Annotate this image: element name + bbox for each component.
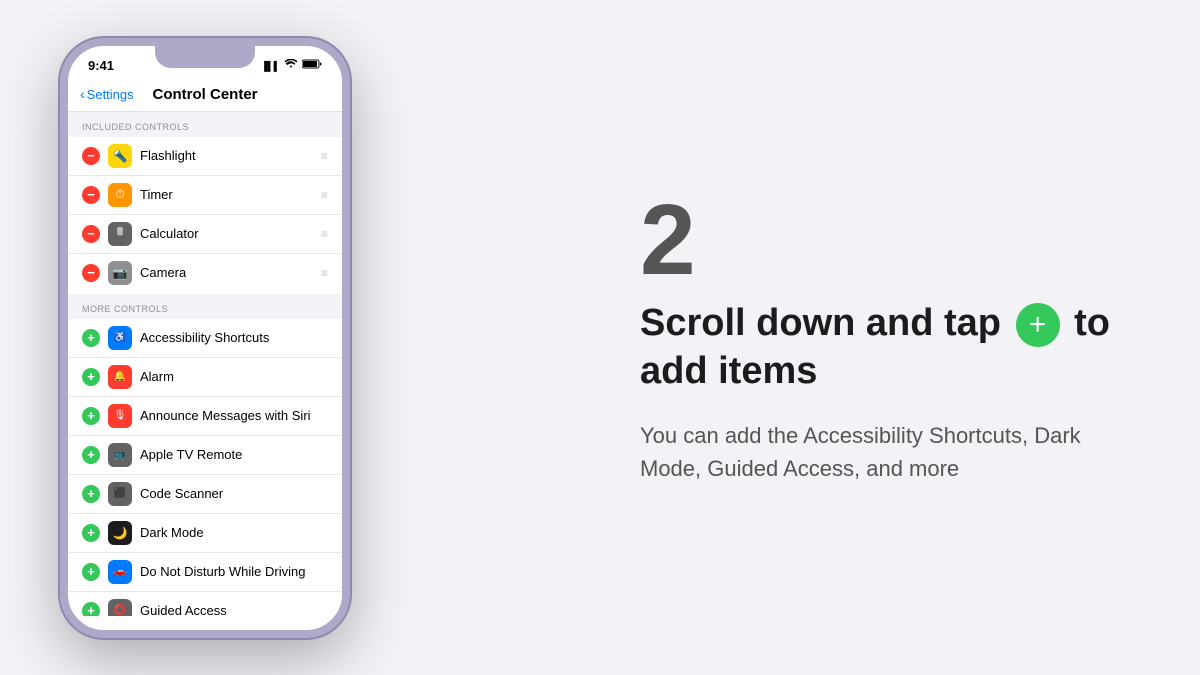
right-panel: 2 Scroll down and tap + to add items You… [580,190,1140,485]
item-label: Flashlight [140,148,313,163]
included-controls-header: INCLUDED CONTROLS [68,112,342,137]
add-button[interactable]: + [82,329,100,347]
item-label: Do Not Disturb While Driving [140,564,328,579]
drag-handle[interactable]: ≡ [321,149,328,163]
calculator-icon: 🖩 [108,222,132,246]
step-instruction: Scroll down and tap + to add items [640,300,1140,395]
item-label: Calculator [140,226,313,241]
item-label: Alarm [140,369,328,384]
accessibility-icon: ♿ [108,326,132,350]
list-item[interactable]: + 🌙 Dark Mode [68,514,342,553]
item-label: Apple TV Remote [140,447,328,462]
list-item[interactable]: + 📺 Apple TV Remote [68,436,342,475]
phone-notch [155,46,255,68]
list-item[interactable]: + 🎙 Announce Messages with Siri [68,397,342,436]
list-item[interactable]: + ⭕ Guided Access [68,592,342,616]
add-button[interactable]: + [82,407,100,425]
item-label: Announce Messages with Siri [140,408,328,423]
more-controls-list: + ♿ Accessibility Shortcuts + 🔔 Alarm + … [68,319,342,616]
included-controls-list: − 🔦 Flashlight ≡ − ⏱ Timer ≡ − 🖩 Calcula… [68,137,342,292]
status-icons: ▐▌▌ [261,59,322,72]
add-button[interactable]: + [82,446,100,464]
item-label: Code Scanner [140,486,328,501]
battery-icon [302,59,322,72]
signal-icon: ▐▌▌ [261,61,280,71]
list-item[interactable]: + 🚗 Do Not Disturb While Driving [68,553,342,592]
back-button[interactable]: ‹ Settings [80,86,134,102]
alarm-icon: 🔔 [108,365,132,389]
phone-screen: 9:41 ▐▌▌ ‹ Settings Control Center INCL [60,38,350,638]
apple-tv-icon: 📺 [108,443,132,467]
add-plus-icon: + [1016,303,1060,347]
instruction-part1: Scroll down and tap [640,302,1001,344]
screen-content: INCLUDED CONTROLS − 🔦 Flashlight ≡ − ⏱ T… [68,112,342,616]
add-button[interactable]: + [82,368,100,386]
drag-handle[interactable]: ≡ [321,227,328,241]
back-label[interactable]: Settings [87,87,134,102]
list-item[interactable]: − 🖩 Calculator ≡ [68,215,342,254]
flashlight-icon: 🔦 [108,144,132,168]
status-time: 9:41 [88,58,114,73]
add-button[interactable]: + [82,563,100,581]
dnd-driving-icon: 🚗 [108,560,132,584]
drag-handle[interactable]: ≡ [321,266,328,280]
remove-button[interactable]: − [82,264,100,282]
add-button[interactable]: + [82,524,100,542]
more-controls-header: MORE CONTROLS [68,294,342,319]
scanner-icon: ⬛ [108,482,132,506]
remove-button[interactable]: − [82,225,100,243]
remove-button[interactable]: − [82,147,100,165]
list-item[interactable]: − 📷 Camera ≡ [68,254,342,292]
list-item[interactable]: + ⬛ Code Scanner [68,475,342,514]
add-button[interactable]: + [82,602,100,616]
remove-button[interactable]: − [82,186,100,204]
item-label: Timer [140,187,313,202]
list-item[interactable]: − ⏱ Timer ≡ [68,176,342,215]
nav-title: Control Center [153,86,258,103]
list-item[interactable]: + ♿ Accessibility Shortcuts [68,319,342,358]
siri-icon: 🎙 [108,404,132,428]
item-label: Guided Access [140,603,328,616]
dark-mode-icon: 🌙 [108,521,132,545]
step-number: 2 [640,190,1140,290]
list-item[interactable]: − 🔦 Flashlight ≡ [68,137,342,176]
item-label: Dark Mode [140,525,328,540]
drag-handle[interactable]: ≡ [321,188,328,202]
guided-access-icon: ⭕ [108,599,132,616]
item-label: Accessibility Shortcuts [140,330,328,345]
camera-icon: 📷 [108,261,132,285]
add-button[interactable]: + [82,485,100,503]
item-label: Camera [140,265,313,280]
list-item[interactable]: + 🔔 Alarm [68,358,342,397]
phone-mockup: 9:41 ▐▌▌ ‹ Settings Control Center INCL [60,38,350,638]
navigation-bar: ‹ Settings Control Center [68,82,342,112]
step-description: You can add the Accessibility Shortcuts,… [640,419,1140,485]
back-chevron: ‹ [80,86,85,102]
timer-icon: ⏱ [108,183,132,207]
wifi-icon [284,59,298,72]
